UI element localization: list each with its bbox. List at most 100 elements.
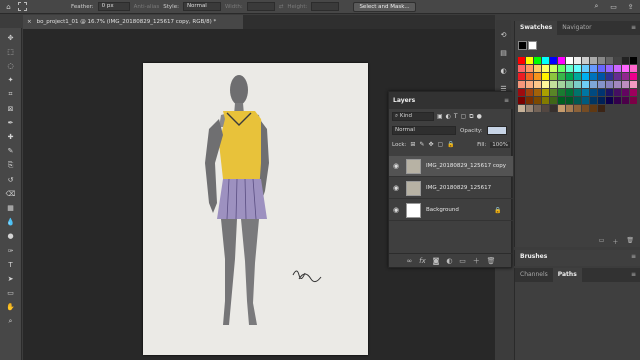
swatch[interactable] — [526, 105, 533, 112]
dodge-tool-icon[interactable]: ● — [4, 231, 17, 242]
swatch[interactable] — [622, 57, 629, 64]
swatch[interactable] — [622, 65, 629, 72]
workspace-icon[interactable]: ▭ — [608, 1, 619, 12]
tab-navigator[interactable]: Navigator — [557, 21, 596, 35]
history-icon[interactable]: ⟲ — [498, 30, 509, 41]
swatch[interactable] — [542, 81, 549, 88]
filter-pixel-icon[interactable]: ▣ — [437, 113, 443, 120]
antialias-checkbox[interactable]: Anti-alias — [134, 4, 160, 10]
swatch[interactable] — [550, 57, 557, 64]
search-icon[interactable]: ⌕ — [591, 1, 602, 12]
select-and-mask-button[interactable]: Select and Mask... — [353, 1, 416, 12]
swatch[interactable] — [518, 73, 525, 80]
swatch[interactable] — [614, 65, 621, 72]
lock-position-icon[interactable]: ✥ — [428, 141, 433, 148]
swatch[interactable] — [582, 73, 589, 80]
swatch[interactable] — [574, 105, 581, 112]
frame-tool-icon[interactable]: ⊠ — [4, 103, 17, 114]
swatch[interactable] — [558, 97, 565, 104]
share-icon[interactable]: ⇪ — [625, 1, 636, 12]
swatch[interactable] — [550, 65, 557, 72]
filter-toggle-icon[interactable]: ● — [477, 113, 482, 120]
swatch[interactable] — [630, 89, 637, 96]
swatch[interactable] — [526, 97, 533, 104]
swatch[interactable] — [614, 89, 621, 96]
swatch[interactable] — [622, 97, 629, 104]
opacity-input[interactable] — [486, 126, 507, 135]
filter-type-icon[interactable]: T — [454, 113, 458, 120]
swatch[interactable] — [614, 97, 621, 104]
move-tool-icon[interactable]: ✥ — [4, 32, 17, 43]
swatch[interactable] — [630, 65, 637, 72]
swatch[interactable] — [614, 73, 621, 80]
type-tool-icon[interactable]: T — [4, 259, 17, 270]
swatch[interactable] — [566, 105, 573, 112]
swatch[interactable] — [566, 73, 573, 80]
swatch[interactable] — [630, 73, 637, 80]
swatch[interactable] — [622, 73, 629, 80]
swatch[interactable] — [542, 105, 549, 112]
swatch[interactable] — [518, 105, 525, 112]
swatch[interactable] — [542, 73, 549, 80]
swatch[interactable] — [574, 97, 581, 104]
swatch[interactable] — [518, 57, 525, 64]
brush-tool-icon[interactable]: ✎ — [4, 146, 17, 157]
tab-channels[interactable]: Channels — [515, 268, 553, 282]
marquee-tool-icon[interactable]: ⬚ — [4, 46, 17, 57]
swatch[interactable] — [534, 89, 541, 96]
fashion-sketch-canvas[interactable] — [143, 63, 368, 355]
swatch[interactable] — [566, 65, 573, 72]
swatch[interactable] — [590, 73, 597, 80]
fill-input[interactable]: 100% — [490, 141, 510, 148]
swatch[interactable] — [590, 89, 597, 96]
layer-name[interactable]: Background — [426, 207, 484, 213]
swatch[interactable] — [590, 105, 597, 112]
pen-tool-icon[interactable]: ✑ — [4, 245, 17, 256]
lasso-tool-icon[interactable]: ◌ — [4, 60, 17, 71]
link-layers-icon[interactable]: ∞ — [406, 257, 412, 265]
swatch[interactable] — [630, 81, 637, 88]
swatch[interactable] — [550, 81, 557, 88]
swap-icon[interactable]: ⇄ — [279, 4, 284, 10]
swatch[interactable] — [574, 65, 581, 72]
brushes-menu-icon[interactable]: ≡ — [631, 253, 636, 260]
swatch[interactable] — [590, 81, 597, 88]
swatch[interactable] — [590, 57, 597, 64]
swatch[interactable] — [598, 89, 605, 96]
swatch[interactable] — [518, 97, 525, 104]
adjustments-icon[interactable]: ◐ — [498, 66, 509, 77]
swatch[interactable] — [566, 57, 573, 64]
layer-row[interactable]: ◉ IMG_20180829_125617 copy — [389, 156, 513, 177]
zoom-tool-icon[interactable]: ⌕ — [4, 316, 17, 327]
swatch[interactable] — [606, 89, 613, 96]
swatch[interactable] — [606, 65, 613, 72]
layer-row[interactable]: ◉ Background 🔒 — [389, 200, 513, 221]
properties-icon[interactable]: ▤ — [498, 48, 509, 59]
swatch[interactable] — [574, 57, 581, 64]
swatch[interactable] — [606, 57, 613, 64]
eyedropper-tool-icon[interactable]: ✒ — [4, 117, 17, 128]
swatch[interactable] — [590, 65, 597, 72]
layer-name[interactable]: IMG_20180829_125617 copy — [426, 163, 506, 169]
blur-tool-icon[interactable]: 💧 — [4, 217, 17, 228]
swatch[interactable] — [550, 73, 557, 80]
swatch[interactable] — [542, 89, 549, 96]
tab-swatches[interactable]: Swatches — [515, 21, 558, 35]
lock-transparent-icon[interactable]: ⊞ — [410, 141, 415, 148]
swatch[interactable] — [534, 97, 541, 104]
swatch[interactable] — [598, 57, 605, 64]
layers-panel-header[interactable]: Layers ≡ — [389, 92, 513, 109]
layer-name[interactable]: IMG_20180829_125617 — [426, 185, 491, 191]
swatch[interactable] — [550, 89, 557, 96]
crop-tool-icon[interactable]: ⌗ — [4, 89, 17, 100]
swatch[interactable] — [582, 97, 589, 104]
tab-paths[interactable]: Paths — [552, 268, 582, 282]
path-select-tool-icon[interactable]: ➤ — [4, 273, 17, 284]
hand-tool-icon[interactable]: ✋ — [4, 302, 17, 313]
swatch[interactable] — [598, 81, 605, 88]
close-icon[interactable]: × — [27, 19, 32, 25]
swatch[interactable] — [574, 89, 581, 96]
swatch[interactable] — [550, 105, 557, 112]
filter-shape-icon[interactable]: ▢ — [461, 113, 467, 120]
swatch[interactable] — [566, 81, 573, 88]
